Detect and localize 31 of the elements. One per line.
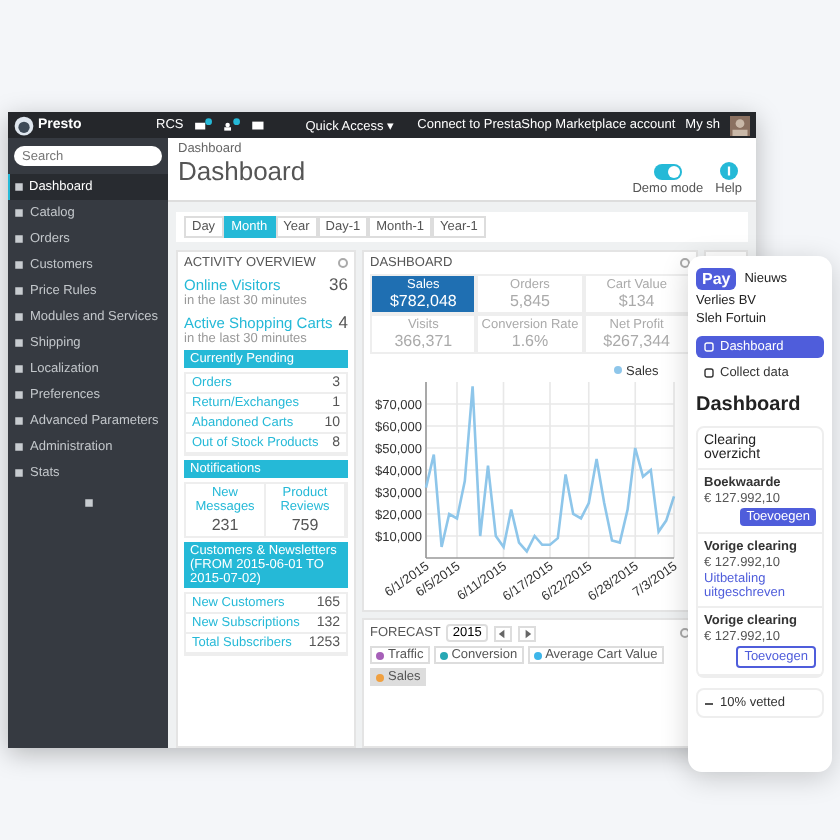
settings-icon[interactable]	[680, 628, 690, 638]
app-title: Dashboard	[696, 394, 803, 416]
stat-value: 4	[338, 312, 348, 332]
notification-count: 759	[291, 516, 319, 534]
menu-square-icon	[14, 234, 24, 244]
user-icon[interactable]	[221, 118, 240, 132]
avatar-icon[interactable]	[730, 115, 750, 135]
next-icon[interactable]	[517, 625, 536, 641]
settings-icon[interactable]	[680, 258, 690, 268]
menu-square-icon	[14, 286, 24, 296]
notification-count: 231	[211, 516, 239, 534]
demo-mode-toggle[interactable]	[653, 164, 682, 180]
pay-logo[interactable]: Pay	[696, 268, 737, 290]
menu-square-icon	[14, 312, 24, 322]
menu-square-icon	[14, 338, 24, 348]
menu-square-icon	[14, 416, 24, 426]
collapse-icon[interactable]	[83, 498, 93, 508]
menu-square-icon	[14, 260, 24, 270]
mail-icon[interactable]	[249, 118, 268, 132]
menu-square-icon	[14, 364, 24, 374]
menu-square-icon	[14, 208, 24, 218]
menu-square-icon	[14, 442, 24, 452]
page-title: Dashboard	[178, 156, 306, 186]
stat-value: 36	[329, 274, 348, 294]
square-icon	[704, 342, 714, 352]
square-icon	[704, 368, 714, 378]
menu-square-icon	[13, 182, 23, 192]
menu-square-icon	[14, 390, 24, 400]
previous-icon[interactable]	[493, 625, 512, 641]
menu-square-icon	[14, 468, 24, 478]
dash-icon	[704, 701, 714, 705]
